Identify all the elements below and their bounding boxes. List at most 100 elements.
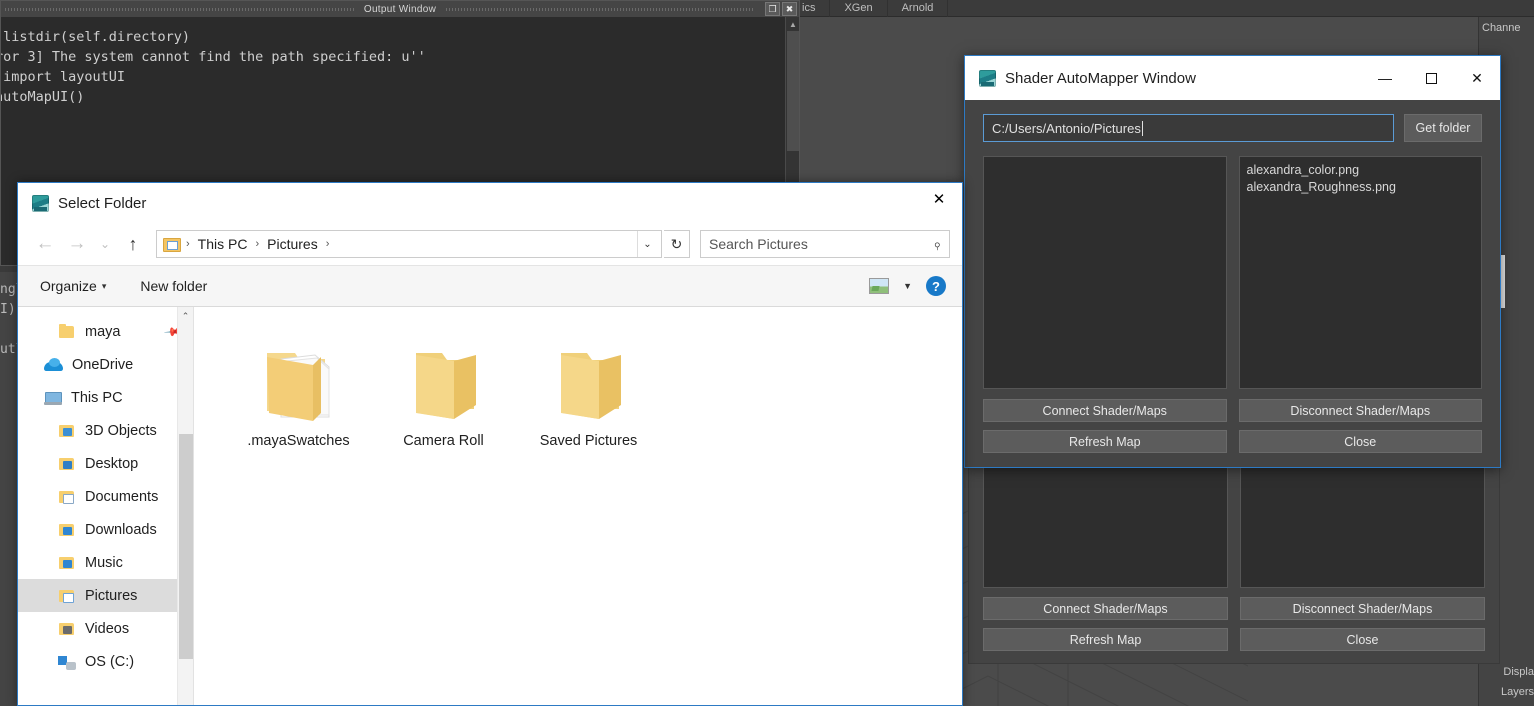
sidebar-item-music[interactable]: Music (18, 546, 193, 579)
sidebar-item-label: Pictures (85, 587, 138, 604)
drive-icon (58, 654, 76, 670)
text-caret (1141, 120, 1143, 136)
recent-locations-icon[interactable]: ⌄ (94, 229, 116, 259)
folder-path-input[interactable]: C:/Users/Antonio/Pictures (983, 114, 1394, 142)
folder-path-value: C:/Users/Antonio/Pictures (992, 120, 1141, 136)
close-icon[interactable]: ✕ (916, 183, 962, 215)
bg-connect-button[interactable]: Connect Shader/Maps (983, 597, 1228, 620)
list-item[interactable]: Saved Pictures (516, 327, 661, 477)
back-icon[interactable]: ← (30, 229, 60, 259)
shader-automapper-window[interactable]: Shader AutoMapper Window — ✕ C:/Users/An… (964, 55, 1501, 468)
window-controls[interactable]: — ✕ (1362, 56, 1500, 100)
shader-automapper-title: Shader AutoMapper Window (1005, 69, 1196, 87)
minimize-icon[interactable]: — (1362, 56, 1408, 100)
shader-list[interactable] (983, 156, 1227, 389)
search-placeholder: Search Pictures (709, 236, 808, 252)
up-icon[interactable]: ↑ (118, 229, 148, 259)
help-icon[interactable]: ? (926, 276, 946, 296)
sidebar-item-label: OS (C:) (85, 653, 135, 670)
folder-icon (58, 323, 76, 340)
navigation-bar: ← → ⌄ ↑ › This PC › Pictures › ⌄ ↻ Searc… (18, 223, 962, 265)
maximize-icon[interactable] (1408, 56, 1454, 100)
organize-button[interactable]: Organize ▾ (40, 278, 106, 294)
sidebar-item-pictures[interactable]: Pictures (18, 579, 193, 612)
tree-scrollbar[interactable]: ⌃ (177, 307, 193, 705)
restore-icon[interactable]: ❐ (765, 2, 780, 16)
folder-icon (58, 621, 76, 637)
sidebar-item-downloads[interactable]: Downloads (18, 513, 193, 546)
bg-close-button[interactable]: Close (1240, 628, 1485, 651)
folder-icon (58, 522, 76, 538)
close-icon[interactable]: ✕ (1454, 56, 1500, 100)
chevron-down-icon[interactable]: ▼ (903, 281, 912, 291)
dialog-main: maya 📌 OneDrive This PC 3D Objects Deskt… (18, 307, 962, 705)
sidebar-item-3d-objects[interactable]: 3D Objects (18, 414, 193, 447)
disconnect-shader-maps-button[interactable]: Disconnect Shader/Maps (1238, 399, 1482, 422)
bg-disconnect-button[interactable]: Disconnect Shader/Maps (1240, 597, 1485, 620)
folder-icon (415, 353, 476, 419)
maya-tab-2[interactable]: Arnold (888, 0, 949, 17)
connect-shader-maps-button[interactable]: Connect Shader/Maps (983, 399, 1227, 422)
list-item[interactable]: alexandra_Roughness.png (1247, 179, 1475, 196)
sidebar-item-os-c[interactable]: OS (C:) (18, 645, 193, 678)
sidebar-item-label: 3D Objects (85, 422, 157, 439)
sidebar-item-label: OneDrive (72, 356, 134, 373)
item-label: .mayaSwatches (247, 433, 350, 449)
bg-refresh-button[interactable]: Refresh Map (983, 628, 1228, 651)
pictures-folder-icon (163, 237, 181, 252)
sidebar-item-this-pc[interactable]: This PC (18, 381, 193, 414)
sidebar-item-maya[interactable]: maya 📌 (18, 315, 193, 348)
navigation-tree[interactable]: maya 📌 OneDrive This PC 3D Objects Deskt… (18, 307, 193, 705)
output-window-title: Output Window (353, 3, 447, 15)
scroll-up-icon[interactable]: ▲ (786, 17, 800, 31)
left-fragment-1: I) (0, 302, 16, 317)
sidebar-item-desktop[interactable]: Desktop (18, 447, 193, 480)
output-window-controls[interactable]: ❐ ✖ (765, 2, 797, 16)
folder-icon (58, 456, 76, 472)
refresh-icon[interactable]: ↻ (664, 230, 690, 258)
maya-menu-tabs[interactable]: ics XGen Arnold (788, 0, 1534, 17)
new-folder-button[interactable]: New folder (140, 278, 207, 294)
channel-box-label: Channe (1482, 22, 1521, 34)
scrollbar-thumb[interactable] (787, 31, 799, 151)
forward-icon[interactable]: → (62, 229, 92, 259)
output-window-titlebar[interactable]: Output Window ❐ ✖ (1, 1, 799, 17)
sidebar-item-label: maya (85, 323, 121, 340)
cloud-icon (44, 357, 63, 372)
sidebar-item-label: Documents (85, 488, 159, 505)
sidebar-item-label: Music (85, 554, 123, 571)
select-folder-titlebar[interactable]: Select Folder ✕ (18, 183, 962, 223)
sidebar-item-videos[interactable]: Videos (18, 612, 193, 645)
close-icon[interactable]: ✖ (782, 2, 797, 16)
list-item[interactable]: Camera Roll (371, 327, 516, 477)
list-item[interactable]: .mayaSwatches (226, 327, 371, 477)
file-list-view[interactable]: .mayaSwatches Camera Roll Saved Pictures (194, 307, 962, 705)
item-label: Camera Roll (403, 433, 484, 449)
breadcrumb-item-pictures[interactable]: Pictures (265, 236, 320, 252)
search-input[interactable]: Search Pictures ⌕ (700, 230, 950, 258)
sidebar-item-onedrive[interactable]: OneDrive (18, 348, 193, 381)
maya-logo-icon (32, 194, 49, 212)
maps-list[interactable]: alexandra_color.png alexandra_Roughness.… (1238, 156, 1482, 389)
maya-logo-icon (979, 69, 996, 87)
maya-tab-1[interactable]: XGen (830, 0, 888, 17)
refresh-map-button[interactable]: Refresh Map (983, 430, 1227, 453)
shader-automapper-titlebar[interactable]: Shader AutoMapper Window — ✕ (965, 56, 1500, 100)
breadcrumb-item-this-pc[interactable]: This PC (196, 236, 250, 252)
select-folder-dialog[interactable]: Select Folder ✕ ← → ⌄ ↑ › This PC › Pict… (17, 182, 963, 706)
chevron-down-icon[interactable]: ⌄ (637, 231, 657, 257)
folder-icon (560, 353, 621, 419)
dialog-toolbar: Organize ▾ New folder ▼ ? (18, 265, 962, 307)
sidebar-item-label: This PC (71, 389, 123, 406)
close-button[interactable]: Close (1238, 430, 1482, 453)
sidebar-item-documents[interactable]: Documents (18, 480, 193, 513)
get-folder-button[interactable]: Get folder (1404, 114, 1482, 142)
breadcrumb[interactable]: › This PC › Pictures › ⌄ (156, 230, 662, 258)
display-label: Displa (1503, 666, 1534, 678)
folder-icon (58, 588, 76, 604)
scroll-up-icon[interactable]: ⌃ (178, 307, 193, 325)
view-layout-icon[interactable] (869, 278, 890, 294)
scrollbar-thumb[interactable] (179, 434, 193, 659)
item-label: Saved Pictures (539, 433, 638, 449)
list-item[interactable]: alexandra_color.png (1247, 162, 1475, 179)
